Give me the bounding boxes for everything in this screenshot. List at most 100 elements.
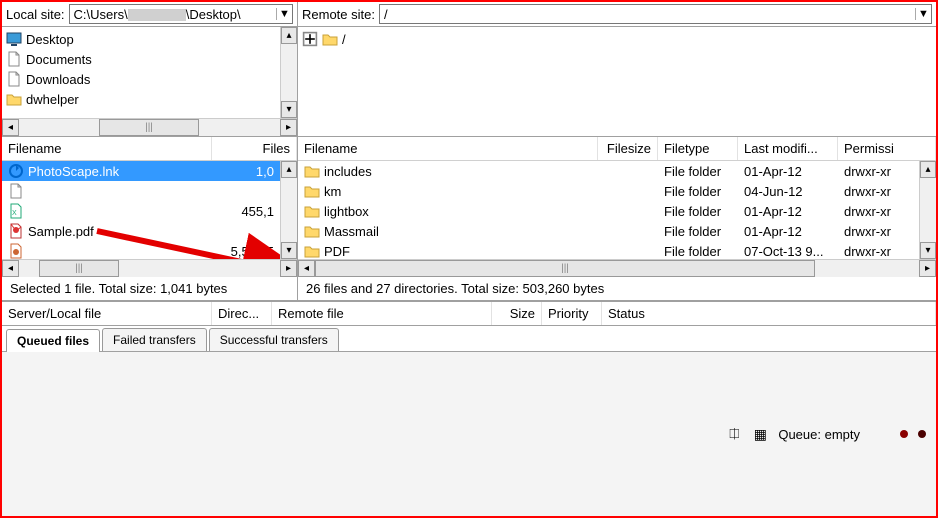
scroll-left-icon[interactable]: ◂ xyxy=(2,260,19,277)
tree-item[interactable]: Downloads xyxy=(6,69,276,89)
horizontal-scrollbar[interactable]: ◂ ||| ▸ xyxy=(298,259,936,277)
scroll-up-icon[interactable]: ▴ xyxy=(920,161,936,178)
column-header-size[interactable]: Size xyxy=(492,302,542,325)
remote-site-panel: Remote site: / ▼ xyxy=(298,2,936,26)
tree-item-label: Downloads xyxy=(26,72,90,87)
list-item[interactable] xyxy=(2,181,280,201)
list-item[interactable]: 455,1 xyxy=(2,201,280,221)
remote-site-path: / xyxy=(380,7,915,22)
file-modified: 07-Oct-13 9... xyxy=(738,244,838,259)
scroll-track[interactable] xyxy=(920,178,936,242)
file-size: 1,0 xyxy=(212,164,280,179)
file-name: Massmail xyxy=(324,224,379,239)
scroll-track[interactable]: ||| xyxy=(19,260,280,277)
scroll-right-icon[interactable]: ▸ xyxy=(919,260,936,277)
horizontal-scrollbar[interactable]: ◂ ||| ▸ xyxy=(2,259,297,277)
column-header-filesize[interactable]: Filesize xyxy=(598,137,658,160)
remote-tree-pane: / xyxy=(298,27,936,136)
file-icon xyxy=(6,51,22,67)
tree-item-label: / xyxy=(342,32,346,47)
local-site-combo[interactable]: C:\Users\\Desktop\ ▼ xyxy=(69,4,293,24)
tab-queued-files[interactable]: Queued files xyxy=(6,329,100,352)
vertical-scrollbar[interactable]: ▴ ▾ xyxy=(280,161,297,259)
list-item[interactable]: PDFFile folder07-Oct-13 9...drwxr-xr xyxy=(298,241,919,259)
remote-file-list[interactable]: includesFile folder01-Apr-12drwxr-xrkmFi… xyxy=(298,161,919,259)
scroll-track[interactable]: ||| xyxy=(315,260,919,277)
column-header-modified[interactable]: Last modifi... xyxy=(738,137,838,160)
scroll-down-icon[interactable]: ▾ xyxy=(281,242,297,259)
column-header-status[interactable]: Status xyxy=(602,302,936,325)
site-bar: Local site: C:\Users\\Desktop\ ▼ Remote … xyxy=(2,2,936,27)
scroll-down-icon[interactable]: ▾ xyxy=(920,242,936,259)
local-tree-pane: DesktopDocuments Downloads dwhelper ▴ ▾ ◂ … xyxy=(2,27,298,136)
list-item[interactable]: lightboxFile folder01-Apr-12drwxr-xr xyxy=(298,201,919,221)
remote-tree[interactable]: / xyxy=(298,27,936,136)
tab-successful-transfers[interactable]: Successful transfers xyxy=(209,328,339,351)
file-name: PhotoScape.lnk xyxy=(28,164,119,179)
remote-site-combo[interactable]: / ▼ xyxy=(379,4,932,24)
scroll-right-icon[interactable]: ▸ xyxy=(280,119,297,136)
file-icon xyxy=(8,183,24,199)
processor-icon[interactable]: ▦ xyxy=(752,426,768,442)
tree-item[interactable]: Documents xyxy=(6,49,276,69)
column-header-filename[interactable]: Filename xyxy=(2,137,212,160)
local-list-header: Filename Files xyxy=(2,137,297,161)
column-header-direction[interactable]: Direc... xyxy=(212,302,272,325)
scroll-track[interactable] xyxy=(281,178,297,242)
tab-failed-transfers[interactable]: Failed transfers xyxy=(102,328,207,351)
queue-status-text: Queue: empty xyxy=(778,427,860,442)
list-item[interactable]: Sample.pdf xyxy=(2,221,280,241)
dropdown-icon[interactable]: ▼ xyxy=(276,8,292,20)
column-header-server[interactable]: Server/Local file xyxy=(2,302,212,325)
tree-item[interactable]: Desktop xyxy=(6,29,276,49)
tree-item[interactable]: dwhelper xyxy=(6,89,276,109)
vertical-scrollbar[interactable]: ▴ ▾ xyxy=(280,27,297,118)
local-file-list[interactable]: PhotoScape.lnk1,0455,1Sample.pdf5,506,59… xyxy=(2,161,280,259)
file-type: File folder xyxy=(658,164,738,179)
column-header-filesize[interactable]: Files xyxy=(212,137,297,160)
file-size: 455,1 xyxy=(212,204,280,219)
file-type: File folder xyxy=(658,244,738,259)
scroll-right-icon[interactable]: ▸ xyxy=(280,260,297,277)
horizontal-scrollbar[interactable]: ◂ ||| ▸ xyxy=(2,118,297,136)
column-header-filetype[interactable]: Filetype xyxy=(658,137,738,160)
filter-icon[interactable]: ⎅ xyxy=(726,426,742,442)
column-header-remote[interactable]: Remote file xyxy=(272,302,492,325)
local-tree[interactable]: DesktopDocuments Downloads dwhelper xyxy=(2,27,280,118)
list-item[interactable]: MassmailFile folder01-Apr-12drwxr-xr xyxy=(298,221,919,241)
led-icon xyxy=(918,430,926,438)
local-site-panel: Local site: C:\Users\\Desktop\ ▼ xyxy=(2,2,298,26)
file-permissions: drwxr-xr xyxy=(838,224,919,239)
column-header-priority[interactable]: Priority xyxy=(542,302,602,325)
folder-icon xyxy=(304,243,320,259)
list-item[interactable]: kmFile folder04-Jun-12drwxr-xr xyxy=(298,181,919,201)
scroll-track[interactable]: ||| xyxy=(19,119,280,136)
scroll-left-icon[interactable]: ◂ xyxy=(298,260,315,277)
led-icon xyxy=(900,430,908,438)
dropdown-icon[interactable]: ▼ xyxy=(915,8,931,20)
list-item[interactable]: PhotoScape.lnk 1,0 xyxy=(2,161,280,181)
scroll-down-icon[interactable]: ▾ xyxy=(281,101,297,118)
folder-icon xyxy=(304,203,320,219)
local-site-label: Local site: xyxy=(6,7,65,22)
file-permissions: drwxr-xr xyxy=(838,204,919,219)
folder-icon xyxy=(304,223,320,239)
scroll-up-icon[interactable]: ▴ xyxy=(281,27,297,44)
list-item[interactable]: 5,506,5 xyxy=(2,241,280,259)
remote-list-pane: Filename Filesize Filetype Last modifi..… xyxy=(298,137,936,301)
tree-item[interactable]: / xyxy=(302,29,932,49)
scroll-track[interactable] xyxy=(281,44,297,101)
column-header-filename[interactable]: Filename xyxy=(298,137,598,160)
remote-site-label: Remote site: xyxy=(302,7,375,22)
app-window: Local site: C:\Users\\Desktop\ ▼ Remote … xyxy=(0,0,938,518)
local-status-text: Selected 1 file. Total size: 1,041 bytes xyxy=(2,277,297,301)
scroll-up-icon[interactable]: ▴ xyxy=(281,161,297,178)
vertical-scrollbar[interactable]: ▴ ▾ xyxy=(919,161,936,259)
scroll-left-icon[interactable]: ◂ xyxy=(2,119,19,136)
pdf-icon xyxy=(8,223,24,239)
list-item[interactable]: includesFile folder01-Apr-12drwxr-xr xyxy=(298,161,919,181)
queue-list-header: Server/Local file Direc... Remote file S… xyxy=(2,302,936,326)
column-header-permissions[interactable]: Permissi xyxy=(838,137,936,160)
expand-icon[interactable] xyxy=(302,31,318,47)
desktop-icon xyxy=(6,31,22,47)
